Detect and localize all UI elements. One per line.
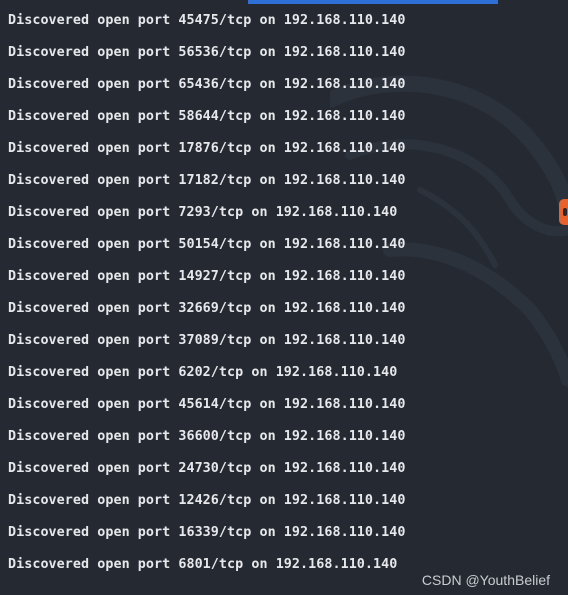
output-line: Discovered open port 17182/tcp on 192.16… [8,173,406,188]
output-line: Discovered open port 58644/tcp on 192.16… [8,109,406,124]
csdn-watermark: CSDN @YouthBelief [421,572,550,588]
output-line: Discovered open port 45614/tcp on 192.16… [8,397,406,412]
output-line: Discovered open port 56536/tcp on 192.16… [8,45,406,60]
terminal-window: { "terminal": { "lines": [ "Discovered o… [0,0,568,595]
output-line: Discovered open port 32669/tcp on 192.16… [8,301,406,316]
output-line: Discovered open port 14927/tcp on 192.16… [8,269,406,284]
output-line: Discovered open port 16339/tcp on 192.16… [8,525,406,540]
output-line: Discovered open port 50154/tcp on 192.16… [8,237,406,252]
output-line: Discovered open port 6202/tcp on 192.168… [8,365,398,380]
output-line: Discovered open port 45475/tcp on 192.16… [8,13,406,28]
output-line: Discovered open port 7293/tcp on 192.168… [8,205,398,220]
output-line: Discovered open port 65436/tcp on 192.16… [8,77,406,92]
output-line: Discovered open port 36600/tcp on 192.16… [8,429,406,444]
output-line: Discovered open port 37089/tcp on 192.16… [8,333,406,348]
terminal-output: Discovered open port 45475/tcp on 192.16… [0,0,568,595]
output-line: Discovered open port 24730/tcp on 192.16… [8,461,406,476]
output-line: Discovered open port 12426/tcp on 192.16… [8,493,406,508]
output-line: Discovered open port 17876/tcp on 192.16… [8,141,406,156]
